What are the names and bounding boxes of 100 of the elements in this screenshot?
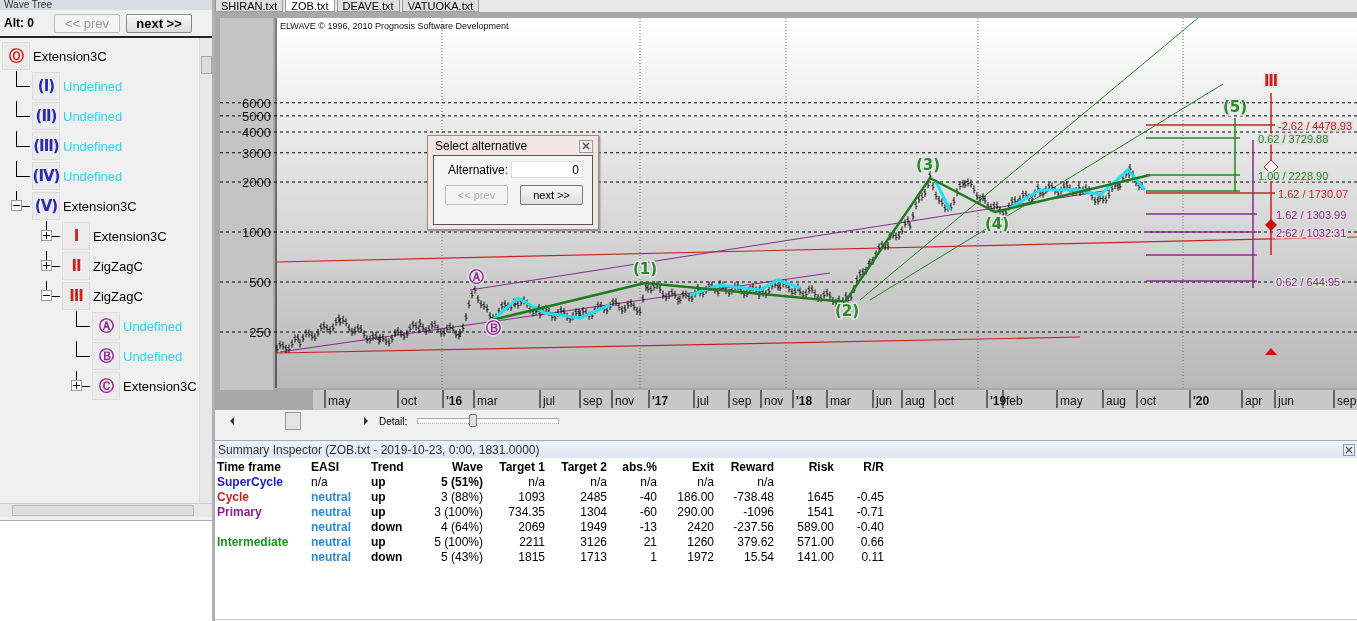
table-cell-text: 290.00 <box>676 506 714 519</box>
tree-item[interactable]: Extension3C <box>63 198 137 214</box>
price-bars-drawing <box>1128 163 1144 191</box>
axis-label: 2000 <box>242 175 271 190</box>
table-cell-text: down <box>371 551 404 564</box>
wave-degree-icon[interactable]: II <box>62 252 90 280</box>
wave-label: (1) <box>632 260 658 278</box>
wave-degree-icon[interactable]: (III) <box>32 132 60 160</box>
table-cell-text: -0.40 <box>855 521 884 534</box>
axis-label: 250 <box>249 325 271 340</box>
table-cell-text: SuperCycle <box>217 476 285 489</box>
table-cell-text: 2485 <box>579 491 607 504</box>
fibonacci-label: 0.62 / 644.95 <box>1276 276 1341 288</box>
table-cell-text: 3 (88%) <box>439 491 483 504</box>
wave-degree-icon[interactable]: Ⓑ <box>92 342 120 370</box>
axis-label: jun <box>1278 394 1294 408</box>
axis-label: oct <box>401 394 417 408</box>
wave-degree-icon[interactable]: (I) <box>32 72 60 100</box>
fibonacci-label: 2.62 / 1032.31 <box>1276 227 1347 239</box>
expander-icon[interactable] <box>71 380 82 391</box>
table-cell-text: n/a <box>527 476 545 489</box>
table-cell-text: 571.00 <box>796 536 834 549</box>
axis-label: '18 <box>796 394 813 408</box>
wave-degree-icon[interactable]: Ⓒ <box>92 372 120 400</box>
table-cell-text: 15.54 <box>742 551 774 564</box>
table-cell-text: 5 (51%) <box>439 476 483 489</box>
expander-icon[interactable] <box>41 230 52 241</box>
horizontal-scrollbar[interactable] <box>229 412 369 430</box>
axis-label: nov <box>615 394 635 408</box>
axis-label: 3000 <box>242 145 271 161</box>
vertical-scrollbar[interactable] <box>199 38 212 503</box>
wave-degree-icon[interactable]: (II) <box>32 102 60 130</box>
wave-degree-icon[interactable]: I <box>62 222 90 250</box>
expander-icon[interactable] <box>11 200 22 211</box>
wave-degree-icon[interactable]: Ⓞ <box>2 42 30 70</box>
axis-label: aug <box>1106 394 1127 408</box>
wave-label: Ⅲ <box>1263 72 1279 90</box>
wave-degree-icon[interactable]: (IV) <box>32 162 60 190</box>
axis-label: may <box>1060 394 1083 408</box>
table-cell-text: 1260 <box>686 536 714 549</box>
column-header: EASI <box>311 460 340 474</box>
table-cell-text: -1096 <box>742 506 774 519</box>
wave-degree-icon[interactable]: (V) <box>32 192 60 220</box>
tree-item[interactable]: Extension3C <box>33 48 107 64</box>
scroll-left-icon[interactable] <box>229 417 235 425</box>
axis-label: '16 <box>446 394 463 408</box>
tree-item[interactable]: Extension3C <box>93 228 167 244</box>
axis-label: jul <box>697 394 709 408</box>
table-cell-text: 1815 <box>517 551 545 564</box>
scrollbar-thumb[interactable] <box>285 412 301 430</box>
axis-label: aug <box>905 394 926 408</box>
scroll-right-icon[interactable] <box>363 417 369 425</box>
table-cell-text: 589.00 <box>796 521 834 534</box>
file-tab[interactable]: ZOB.txt <box>285 0 335 12</box>
table-cell-text: 5 (43%) <box>439 551 483 564</box>
wave-label: Ⓐ <box>468 268 484 286</box>
file-tab[interactable]: VATUOKA.txt <box>401 0 480 12</box>
tree-item[interactable]: ZigZagC <box>93 288 143 304</box>
table-cell-text: 0.11 <box>860 551 884 564</box>
column-header: Time frame <box>217 460 282 474</box>
slider-label: Detail: <box>379 415 408 427</box>
expander-icon[interactable] <box>41 260 52 271</box>
field-label: Alternative: <box>448 162 509 177</box>
file-tab[interactable]: DEAVE.txt <box>336 0 400 12</box>
price-bars-drawing <box>943 179 965 213</box>
wave-degree-icon[interactable]: III <box>62 282 90 310</box>
next-button[interactable]: next >> <box>520 185 583 205</box>
axis-label: '20 <box>1193 394 1210 408</box>
table-cell-text: -0.45 <box>855 491 884 504</box>
horizontal-scrollbar[interactable] <box>0 503 212 517</box>
table-cell-text: 141.00 <box>796 551 834 564</box>
table-cell-text: neutral <box>311 521 352 534</box>
input-field[interactable]: 0 <box>511 161 584 178</box>
axis-label: nov <box>764 394 784 408</box>
table-cell-text: neutral <box>311 506 352 519</box>
axis-label: feb <box>1006 394 1023 408</box>
wave-degree-icon[interactable]: Ⓐ <box>92 312 120 340</box>
axis-label: sep <box>583 394 603 408</box>
column-header: Risk <box>807 460 834 474</box>
next-button[interactable]: next >> <box>126 13 192 33</box>
expander-icon[interactable] <box>41 290 52 301</box>
close-icon[interactable] <box>579 139 593 153</box>
wave-label: (3) <box>915 156 941 174</box>
file-tab[interactable]: SHIRAN.txt <box>215 0 284 12</box>
axis-label: sep <box>732 394 752 408</box>
tree-item[interactable]: Extension3C <box>123 378 197 394</box>
column-header: R/R <box>862 460 884 474</box>
tree-item[interactable]: ZigZagC <box>93 258 143 274</box>
table-cell-text: n/a <box>639 476 657 489</box>
axis-label: 4000 <box>242 125 271 140</box>
price-bars-drawing <box>998 195 1020 218</box>
slider-thumb[interactable] <box>468 414 477 427</box>
column-header: Reward <box>729 460 774 474</box>
table-cell-text: Intermediate <box>217 536 290 549</box>
axis-label: apr <box>1245 394 1263 408</box>
close-icon[interactable] <box>1343 443 1355 456</box>
triangle-marker <box>1265 348 1277 355</box>
table-cell-text: -237.56 <box>732 521 774 534</box>
table-cell-text: down <box>371 521 404 534</box>
axis-label: mar <box>830 394 851 408</box>
